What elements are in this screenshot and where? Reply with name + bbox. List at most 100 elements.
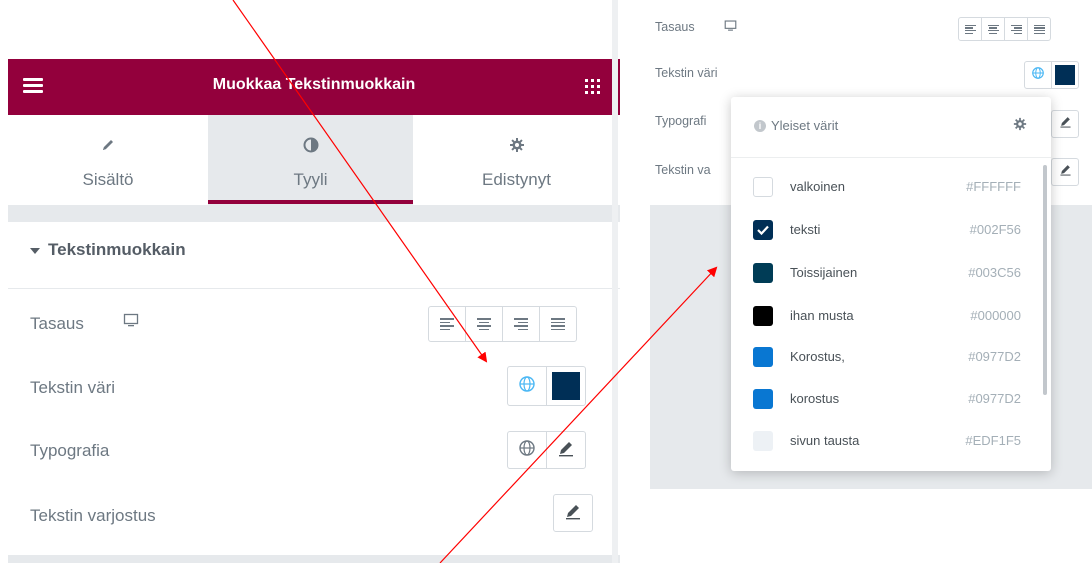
global-colors-button[interactable] bbox=[1025, 62, 1052, 88]
text-color-control bbox=[507, 366, 586, 406]
pencil-icon bbox=[1059, 163, 1072, 181]
align-justify-button[interactable] bbox=[1028, 18, 1050, 40]
color-swatch bbox=[753, 177, 773, 197]
color-swatch bbox=[753, 263, 773, 283]
color-name: sivun tausta bbox=[790, 433, 860, 448]
text-color-control bbox=[1024, 61, 1079, 89]
info-icon: i bbox=[754, 120, 766, 132]
edit-text-shadow-button[interactable] bbox=[554, 495, 592, 531]
desktop-icon[interactable] bbox=[724, 19, 737, 37]
typography-label: Typografi bbox=[655, 114, 707, 128]
global-typography-button[interactable] bbox=[508, 432, 547, 468]
align-center-button[interactable] bbox=[466, 307, 503, 341]
tab-style[interactable]: Tyyli bbox=[208, 115, 413, 205]
gear-icon bbox=[509, 137, 525, 158]
text-shadow-control bbox=[553, 494, 593, 532]
color-option[interactable]: sivun tausta #EDF1F5 bbox=[753, 421, 1023, 462]
alignment-label: Tasaus bbox=[655, 20, 695, 34]
panel-tabs: Sisältö Tyyli Edistynyt bbox=[8, 115, 620, 205]
typography-label: Typografia bbox=[30, 441, 110, 460]
gear-icon[interactable] bbox=[1013, 117, 1027, 134]
panel-border bbox=[612, 0, 618, 563]
popover-header: i Yleiset värit bbox=[731, 97, 1051, 157]
section-separator bbox=[8, 555, 620, 563]
color-swatch bbox=[753, 220, 773, 240]
align-justify-button[interactable] bbox=[540, 307, 576, 341]
align-center-button[interactable] bbox=[982, 18, 1005, 40]
divider bbox=[731, 157, 1051, 158]
tab-label: Tyyli bbox=[293, 170, 328, 189]
caret-down-icon[interactable] bbox=[30, 248, 40, 254]
align-center-icon bbox=[477, 318, 491, 330]
color-swatch bbox=[1055, 65, 1075, 85]
align-left-button[interactable] bbox=[429, 307, 466, 341]
color-name: korostus bbox=[790, 391, 840, 406]
color-picker-button[interactable] bbox=[547, 367, 585, 405]
edit-text-shadow-button[interactable] bbox=[1051, 158, 1079, 186]
tab-advanced[interactable]: Edistynyt bbox=[413, 115, 620, 205]
panel-title: Muokkaa Tekstinmuokkain bbox=[212, 76, 416, 93]
pencil-icon bbox=[1059, 115, 1072, 133]
tab-label: Edistynyt bbox=[482, 170, 551, 189]
text-color-label: Tekstin väri bbox=[655, 66, 718, 80]
typography-control bbox=[507, 431, 586, 469]
color-swatch bbox=[753, 347, 773, 367]
globe-icon bbox=[519, 375, 535, 397]
align-right-button[interactable] bbox=[503, 307, 540, 341]
half-circle-icon bbox=[303, 137, 319, 158]
alignment-label: Tasaus bbox=[30, 314, 84, 333]
edit-typography-button[interactable] bbox=[1051, 110, 1079, 138]
alignment-control bbox=[428, 306, 577, 342]
align-center-icon bbox=[987, 24, 999, 34]
color-name: ihan musta bbox=[790, 308, 854, 323]
align-right-icon bbox=[514, 318, 528, 330]
tab-content[interactable]: Sisältö bbox=[8, 115, 208, 205]
desktop-icon[interactable] bbox=[123, 312, 139, 333]
color-hex: #EDF1F5 bbox=[965, 433, 1021, 448]
checkmark-icon bbox=[757, 225, 769, 236]
color-swatch bbox=[753, 306, 773, 326]
align-justify-icon bbox=[551, 318, 565, 330]
tab-label: Sisältö bbox=[82, 170, 134, 189]
text-shadow-label: Tekstin varjostus bbox=[30, 506, 156, 525]
color-option[interactable]: valkoinen #FFFFFF bbox=[753, 167, 1023, 208]
pencil-icon bbox=[100, 137, 116, 158]
global-colors-popover: i Yleiset värit valkoinen #FFFFFF teksti… bbox=[731, 97, 1051, 471]
pencil-icon bbox=[564, 502, 582, 525]
color-name: teksti bbox=[790, 222, 821, 237]
edit-typography-button[interactable] bbox=[547, 432, 585, 468]
active-tab-indicator bbox=[208, 200, 413, 204]
align-right-button[interactable] bbox=[1005, 18, 1028, 40]
widgets-grid-icon[interactable] bbox=[585, 79, 600, 94]
color-swatch bbox=[753, 431, 773, 451]
align-justify-icon bbox=[1033, 24, 1045, 34]
color-name: Toissijainen bbox=[790, 265, 858, 280]
panel-header: Muokkaa Tekstinmuokkain bbox=[8, 59, 620, 115]
color-option[interactable]: ihan musta #000000 bbox=[753, 296, 1023, 337]
color-hex: #0977D2 bbox=[968, 391, 1021, 406]
color-hex: #003C56 bbox=[968, 265, 1021, 280]
color-option[interactable]: Korostus, #0977D2 bbox=[753, 337, 1023, 378]
section-separator bbox=[8, 205, 620, 222]
color-option[interactable]: Toissijainen #003C56 bbox=[753, 253, 1023, 294]
color-option[interactable]: teksti #002F56 bbox=[753, 210, 1023, 251]
color-hex: #0977D2 bbox=[968, 349, 1021, 364]
color-hex: #000000 bbox=[970, 308, 1021, 323]
text-shadow-label: Tekstin va bbox=[655, 163, 711, 177]
editor-panel: Muokkaa Tekstinmuokkain Sisältö Tyyli Ed… bbox=[8, 0, 628, 563]
color-picker-button[interactable] bbox=[1052, 62, 1078, 88]
color-hex: #002F56 bbox=[969, 222, 1021, 237]
text-color-label: Tekstin väri bbox=[30, 378, 116, 397]
align-left-icon bbox=[440, 318, 454, 330]
align-left-button[interactable] bbox=[959, 18, 982, 40]
pencil-icon bbox=[557, 439, 575, 462]
divider bbox=[8, 288, 620, 289]
color-name: valkoinen bbox=[790, 179, 845, 194]
align-left-icon bbox=[964, 24, 976, 34]
section-title[interactable]: Tekstinmuokkain bbox=[48, 240, 186, 260]
color-option[interactable]: korostus #0977D2 bbox=[753, 379, 1023, 420]
global-colors-button[interactable] bbox=[508, 367, 547, 405]
scrollbar[interactable] bbox=[1043, 165, 1047, 395]
popover-title: Yleiset värit bbox=[771, 118, 839, 133]
color-name: Korostus, bbox=[790, 349, 845, 364]
